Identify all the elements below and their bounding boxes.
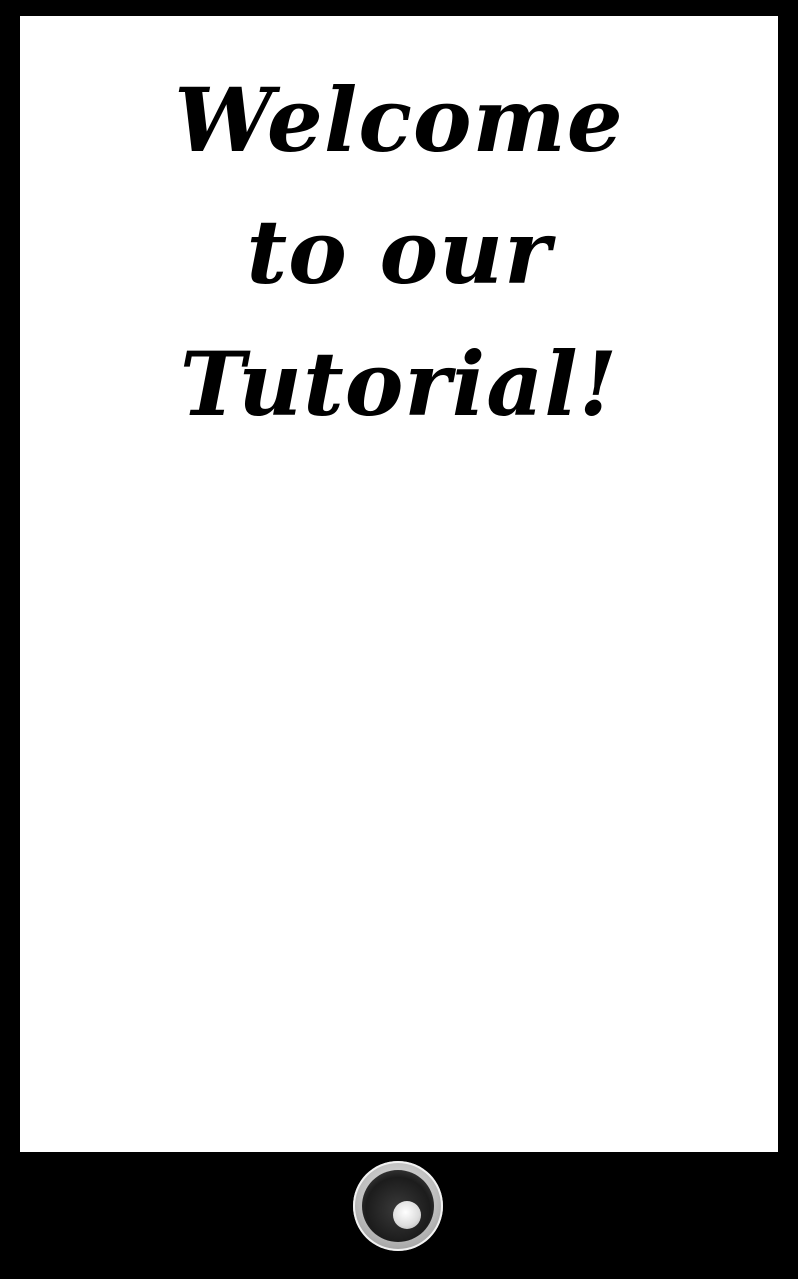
title-line-1: Welcome xyxy=(174,68,624,172)
home-button-icon xyxy=(362,1170,434,1242)
device-frame: Welcome to our Tutorial! xyxy=(0,0,798,1279)
title-line-3: Tutorial! xyxy=(179,332,619,436)
home-button[interactable] xyxy=(353,1161,443,1251)
home-button-center xyxy=(393,1201,421,1229)
tutorial-screen: Welcome to our Tutorial! xyxy=(20,16,778,1152)
title-line-2: to our xyxy=(246,200,552,304)
welcome-title: Welcome to our Tutorial! xyxy=(20,54,778,450)
